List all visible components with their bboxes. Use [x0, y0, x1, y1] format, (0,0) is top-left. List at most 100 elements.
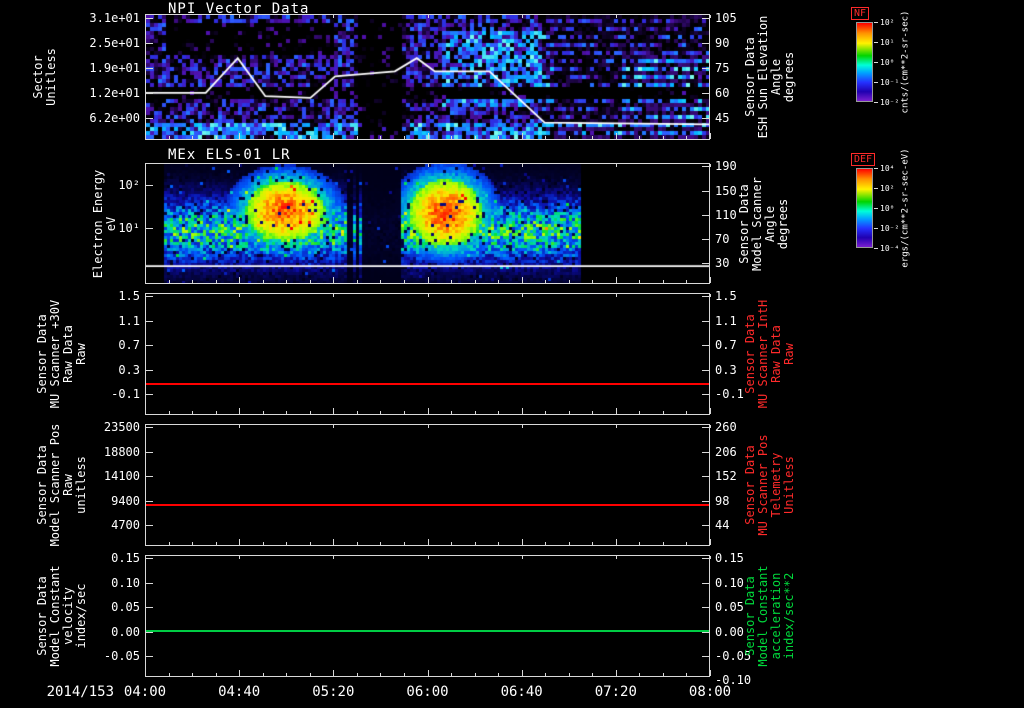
x-tick: [662, 542, 664, 545]
x-tick: [309, 411, 311, 414]
x-tick: [521, 670, 523, 676]
x-tick: [474, 542, 476, 545]
right-axis-title-mu-scanner-30v: Sensor Data MU Scanner IntH Raw Data Raw: [743, 300, 796, 408]
right-axis-title-mu-scanner-30v-line: Raw: [782, 343, 796, 365]
x-tick: [568, 411, 570, 414]
y-tick-right: [702, 656, 709, 658]
x-tick: [568, 280, 570, 283]
left-axis-title-mu-scanner-30v-line: Raw: [74, 343, 88, 365]
x-tick: [451, 542, 453, 545]
y-tick-left: [146, 320, 153, 322]
x-tick: [380, 280, 382, 283]
x-tick: [192, 280, 194, 283]
x-tick-top: [710, 15, 711, 18]
x-tick-top: [145, 425, 146, 428]
time-tick-label: 04:40: [218, 684, 261, 700]
y-tick-left: [146, 476, 153, 478]
colorbar-tick: [874, 188, 878, 189]
y-tick-left: [146, 17, 153, 19]
tplot-window: NPI Vector Data MEx ELS-01 LR 2014/153 3…: [0, 0, 1024, 708]
x-tick: [403, 280, 405, 283]
y-tick-label-left: 3.1e+01: [89, 10, 140, 25]
x-tick: [592, 673, 594, 676]
y-tick-right: [702, 345, 709, 347]
y-tick-left: [146, 631, 153, 633]
y-tick-label-left: 1.2e+01: [89, 86, 140, 101]
x-tick-top: [145, 294, 146, 297]
x-tick: [615, 539, 617, 545]
x-tick: [403, 673, 405, 676]
colorbar-tick: [874, 208, 878, 209]
x-tick-top: [333, 294, 335, 297]
y-tick-right: [702, 166, 709, 168]
x-tick: [686, 673, 688, 676]
x-tick: [545, 542, 547, 545]
x-tick: [309, 136, 311, 139]
x-tick: [356, 411, 358, 414]
y-tick-right: [702, 214, 709, 216]
x-tick: [710, 539, 711, 545]
x-tick-top: [239, 15, 241, 18]
y-tick-left: [146, 345, 153, 347]
date-label: 2014/153: [46, 684, 114, 700]
left-axis-title-npi: Sector Unitless: [31, 48, 58, 106]
panel-model-constant: [145, 555, 710, 677]
x-tick: [333, 539, 335, 545]
x-tick: [498, 411, 500, 414]
x-tick: [403, 136, 405, 139]
colorbar-tick-label: 10⁰: [880, 204, 895, 213]
colorbar-tick-label: 10²: [880, 18, 895, 27]
x-tick-top: [145, 164, 146, 167]
x-tick: [356, 136, 358, 139]
x-tick: [262, 136, 264, 139]
time-tick-label: 06:00: [406, 684, 449, 700]
x-tick: [356, 673, 358, 676]
x-tick: [145, 670, 146, 676]
colorbar-tick: [874, 22, 878, 23]
y-tick-left: [146, 427, 153, 429]
x-tick: [380, 542, 382, 545]
x-tick-top: [521, 294, 523, 297]
y-tick-right: [702, 676, 709, 678]
x-tick: [568, 136, 570, 139]
y-tick-left: [146, 451, 153, 453]
y-tick-left: [146, 607, 153, 609]
x-tick-top: [427, 425, 429, 428]
x-tick: [639, 542, 641, 545]
x-tick: [615, 670, 617, 676]
x-tick: [568, 542, 570, 545]
y-tick-label-left: 0.15: [111, 551, 140, 566]
y-tick-right: [702, 427, 709, 429]
x-tick: [309, 542, 311, 545]
y-tick-right: [702, 118, 709, 120]
x-tick: [427, 133, 429, 139]
x-tick: [380, 673, 382, 676]
y-tick-right: [702, 500, 709, 502]
y-tick-right: [702, 394, 709, 396]
y-tick-left: [146, 93, 153, 95]
x-tick: [239, 539, 241, 545]
x-tick: [686, 136, 688, 139]
x-tick: [639, 673, 641, 676]
x-tick: [427, 277, 429, 283]
colorbar-unit-NF-line: cnts/(cm**2-sr-sec): [900, 10, 911, 114]
y-tick-left: [146, 558, 153, 560]
x-tick-top: [239, 425, 241, 428]
x-tick-top: [615, 15, 617, 18]
colorbar-tick-label: 10⁻¹: [880, 78, 900, 87]
x-tick: [592, 280, 594, 283]
colorbar-tick: [874, 168, 878, 169]
x-tick: [192, 542, 194, 545]
x-tick: [686, 411, 688, 414]
x-tick: [427, 670, 429, 676]
time-tick-label: 04:00: [123, 684, 167, 700]
colorbar-DEF: [856, 168, 873, 248]
x-tick: [286, 280, 288, 283]
x-tick: [662, 673, 664, 676]
colorbar-tick: [874, 82, 878, 83]
right-axis-title-els: Sensor Data Model Scanner Angle degrees: [737, 177, 790, 271]
x-tick: [215, 673, 217, 676]
panel-els: [145, 163, 710, 284]
x-tick: [592, 136, 594, 139]
left-axis-title-npi-line: Unitless: [44, 48, 58, 106]
